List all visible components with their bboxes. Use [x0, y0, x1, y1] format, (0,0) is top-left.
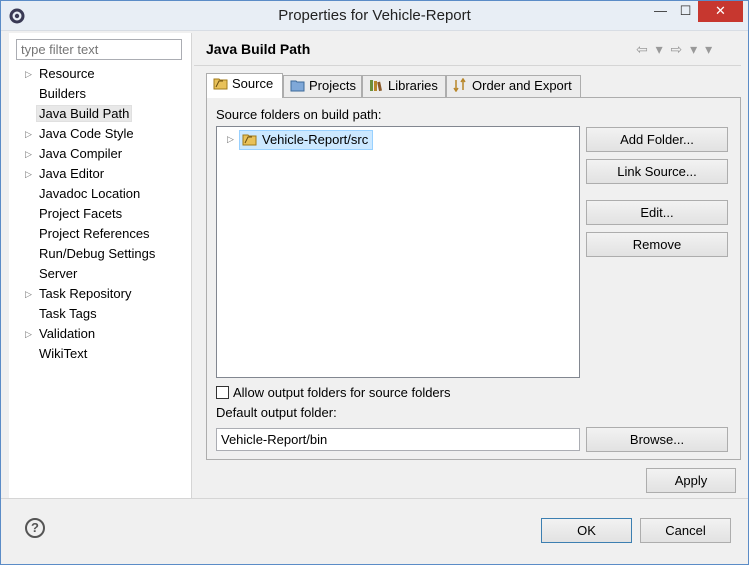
tree-item[interactable]: Project References: [9, 224, 192, 244]
source-folders-list[interactable]: ▷ Vehicle-Report/src: [216, 126, 580, 378]
default-output-folder-field[interactable]: Vehicle-Report/bin: [216, 428, 580, 451]
tree-item[interactable]: Builders: [9, 84, 192, 104]
property-tree: ▷ Resource Builders Java Build Path ▷ Java Co…: [9, 64, 192, 364]
source-folder-icon: [213, 78, 228, 90]
tree-item[interactable]: ▷ Task Repository: [9, 284, 192, 304]
tree-item-label: Java Build Path: [36, 105, 133, 122]
close-button[interactable]: ✕: [698, 1, 743, 22]
tree-item-label: Project References: [39, 226, 150, 241]
page-navigation-arrows[interactable]: ⇦ ▾ ⇨ ▾ ▾: [636, 41, 714, 58]
tree-item-label: Resource: [39, 66, 95, 81]
source-folders-label: Source folders on build path:: [216, 107, 382, 122]
tree-item[interactable]: Server: [9, 264, 192, 284]
tree-item-label: Run/Debug Settings: [39, 246, 156, 261]
tree-item-label: Builders: [39, 86, 86, 101]
checkbox-box[interactable]: [216, 386, 229, 399]
tree-item[interactable]: Javadoc Location: [9, 184, 192, 204]
tab-source-label: Source: [232, 76, 274, 91]
tree-item[interactable]: ▷ Resource: [9, 64, 192, 84]
tree-item[interactable]: Project Facets: [9, 204, 192, 224]
maximize-button[interactable]: ☐: [673, 1, 698, 22]
tree-item[interactable]: Task Tags: [9, 304, 192, 324]
help-icon[interactable]: ?: [25, 518, 45, 538]
source-folder-icon: [242, 134, 257, 146]
tree-item[interactable]: WikiText: [9, 344, 192, 364]
tab-libraries-label: Libraries: [388, 78, 438, 93]
title-bar: Properties for Vehicle-Report — ☐ ✕: [1, 1, 748, 31]
window-title: Properties for Vehicle-Report: [278, 7, 471, 24]
tab-order-export-label: Order and Export: [472, 78, 572, 93]
link-source-button[interactable]: Link Source...: [586, 159, 728, 184]
property-page: Java Build Path ⇦ ▾ ⇨ ▾ ▾ Source Project…: [194, 33, 741, 498]
tree-item-label: Task Repository: [39, 286, 132, 301]
tree-item[interactable]: Run/Debug Settings: [9, 244, 192, 264]
tree-item[interactable]: Java Build Path: [9, 104, 192, 124]
header-divider: [194, 65, 741, 66]
edit-button[interactable]: Edit...: [586, 200, 728, 225]
expand-arrow-icon[interactable]: ▷: [25, 284, 32, 304]
tab-projects-label: Projects: [309, 78, 356, 93]
expand-arrow-icon[interactable]: ▷: [25, 144, 32, 164]
tree-item-label: Java Compiler: [39, 146, 123, 161]
remove-button[interactable]: Remove: [586, 232, 728, 257]
tree-item[interactable]: ▷ Validation: [9, 324, 192, 344]
tree-item-label: Project Facets: [39, 206, 123, 221]
add-folder-button[interactable]: Add Folder...: [586, 127, 728, 152]
tab-projects[interactable]: Projects: [283, 75, 362, 97]
expand-arrow-icon[interactable]: ▷: [227, 130, 234, 148]
filter-input[interactable]: [16, 39, 182, 60]
default-output-folder-label: Default output folder:: [216, 405, 337, 420]
tree-item-label: Task Tags: [39, 306, 97, 321]
dialog-button-bar: ? OK Cancel: [1, 498, 748, 564]
expand-arrow-icon[interactable]: ▷: [25, 64, 32, 84]
allow-output-folders-checkbox[interactable]: Allow output folders for source folders: [216, 384, 451, 402]
tab-libraries[interactable]: Libraries: [362, 75, 446, 97]
browse-button[interactable]: Browse...: [586, 427, 728, 452]
tree-item[interactable]: ▷ Java Code Style: [9, 124, 192, 144]
tree-item-label: Java Code Style: [39, 126, 134, 141]
tab-source[interactable]: Source: [206, 73, 283, 98]
source-folder-label: Vehicle-Report/src: [262, 132, 369, 147]
properties-dialog: Properties for Vehicle-Report — ☐ ✕ ▷ Res…: [0, 0, 749, 565]
cancel-button[interactable]: Cancel: [640, 518, 731, 543]
ok-button[interactable]: OK: [541, 518, 632, 543]
allow-output-folders-label: Allow output folders for source folders: [233, 385, 451, 400]
tree-item-label: Validation: [39, 326, 96, 341]
libraries-icon: [370, 80, 382, 92]
tree-item-label: Javadoc Location: [39, 186, 141, 201]
source-tab-panel: Source folders on build path: ▷ Vehicle-…: [206, 97, 741, 460]
page-title: Java Build Path: [206, 41, 311, 57]
expand-arrow-icon[interactable]: ▷: [25, 164, 32, 184]
apply-button[interactable]: Apply: [646, 468, 736, 493]
tab-order-and-export[interactable]: Order and Export: [446, 75, 581, 97]
tree-item-label: Java Editor: [39, 166, 105, 181]
tree-item-label: WikiText: [39, 346, 88, 361]
project-folder-icon: [290, 80, 305, 92]
tree-item[interactable]: ▷ Java Compiler: [9, 144, 192, 164]
expand-arrow-icon[interactable]: ▷: [25, 324, 32, 344]
minimize-button[interactable]: —: [648, 1, 673, 22]
tree-item[interactable]: ▷ Java Editor: [9, 164, 192, 184]
order-export-icon: [453, 78, 466, 92]
tree-item-label: Server: [39, 266, 78, 281]
expand-arrow-icon[interactable]: ▷: [25, 124, 32, 144]
preference-sidebar: ▷ResourceBuildersJava Build Path▷Java Co…: [9, 33, 192, 498]
